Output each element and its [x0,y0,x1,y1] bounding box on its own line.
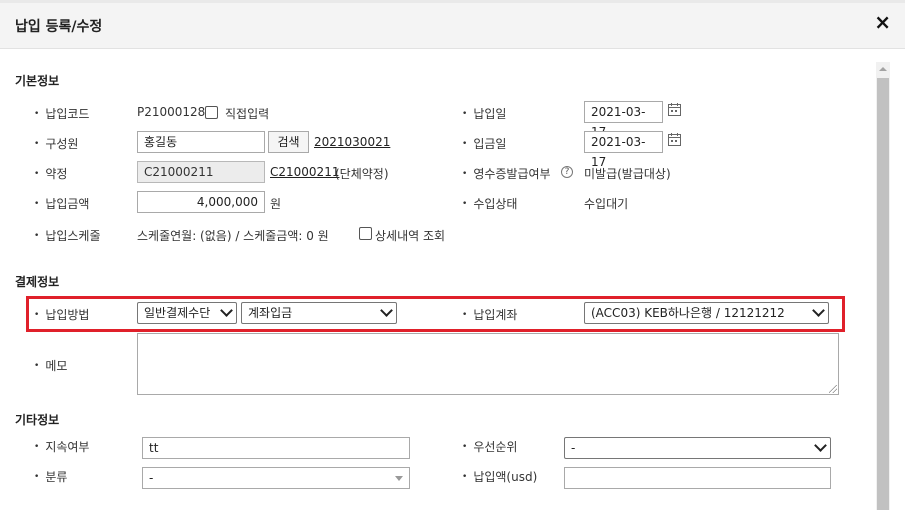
direct-input-checkbox[interactable] [205,106,218,119]
receipt-value: 미발급(발급대상) [584,167,671,181]
label-category: 분류 [34,468,67,485]
close-icon[interactable]: × [874,12,891,32]
label-payment-account: 납입계좌 [462,306,517,323]
chevron-down-icon [380,304,393,317]
category-select[interactable]: - [142,467,410,489]
payment-code-value: P21000128 [137,105,206,119]
memo-textarea[interactable] [137,333,839,395]
schedule-text: 스케줄연월: (없음) / 스케줄금액: 0 원 [137,229,329,243]
label-payment-code: 납입코드 [34,105,89,122]
detail-view-checkbox[interactable] [359,227,372,240]
label-priority: 우선순위 [462,438,517,455]
pay-date-input[interactable]: 2021-03-17 [584,101,663,139]
member-id-link[interactable]: 2021030021 [314,135,390,149]
member-name-input[interactable]: 홍길동 [137,131,265,153]
usd-amount-input[interactable] [564,467,831,489]
payment-method-value: 일반결제수단 [144,306,211,320]
label-contract: 약정 [34,165,67,182]
category-value: - [149,471,154,485]
calendar-icon[interactable] [668,103,681,116]
section-title-other: 기타정보 [15,413,60,427]
label-pay-date: 납입일 [462,105,506,122]
help-icon[interactable]: ? [561,166,573,178]
deposit-date-input[interactable]: 2021-03-17 [584,131,663,169]
label-schedule: 납입스케줄 [34,227,100,244]
priority-value: - [571,441,576,455]
scrollbar-thumb[interactable] [877,78,889,510]
section-title-payment: 결제정보 [15,275,60,289]
detail-view-label: 상세내역 조회 [375,229,446,243]
payment-method-select[interactable]: 일반결제수단 [137,302,237,324]
scroll-up-arrow-icon[interactable] [876,62,890,76]
payment-account-value: (ACC03) KEB하나은행 / 12121212 [591,306,785,320]
chevron-down-icon [220,304,233,317]
calendar-icon[interactable] [668,133,681,146]
label-usd-amount: 납입액(usd) [462,468,537,485]
top-divider [0,0,905,3]
label-continue: 지속여부 [34,438,89,455]
amount-input[interactable]: 4,000,000 [137,191,265,213]
income-status-value: 수입대기 [584,197,629,211]
label-receipt: 영수증발급여부 [462,165,550,182]
label-member: 구성원 [34,135,78,152]
label-payment-method: 납입방법 [34,306,89,323]
label-amount: 납입금액 [34,195,89,212]
label-deposit-date: 입금일 [462,135,506,152]
payment-account-select[interactable]: (ACC03) KEB하나은행 / 12121212 [584,302,829,324]
amount-unit: 원 [270,197,282,211]
dialog-title: 납입 등록/수정 [15,19,103,35]
continue-input[interactable]: tt [142,437,410,459]
direct-input-label: 직접입력 [225,107,270,121]
contract-note: (단체약정) [335,167,389,181]
chevron-down-icon [814,439,827,452]
payment-submethod-select[interactable]: 계좌입금 [241,302,397,324]
resize-grip-icon[interactable] [829,385,837,393]
chevron-down-icon [812,304,825,317]
section-title-basic: 기본정보 [15,74,60,88]
search-button[interactable]: 검색 [268,131,309,153]
contract-input: C21000211 [137,161,265,183]
dropdown-arrow-icon [395,476,403,481]
label-memo: 메모 [34,357,67,374]
label-income-status: 수입상태 [462,195,517,212]
payment-submethod-value: 계좌입금 [248,306,293,320]
contract-link[interactable]: C21000211 [270,165,339,179]
dialog-title-bar [0,0,905,49]
priority-select[interactable]: - [564,437,831,459]
